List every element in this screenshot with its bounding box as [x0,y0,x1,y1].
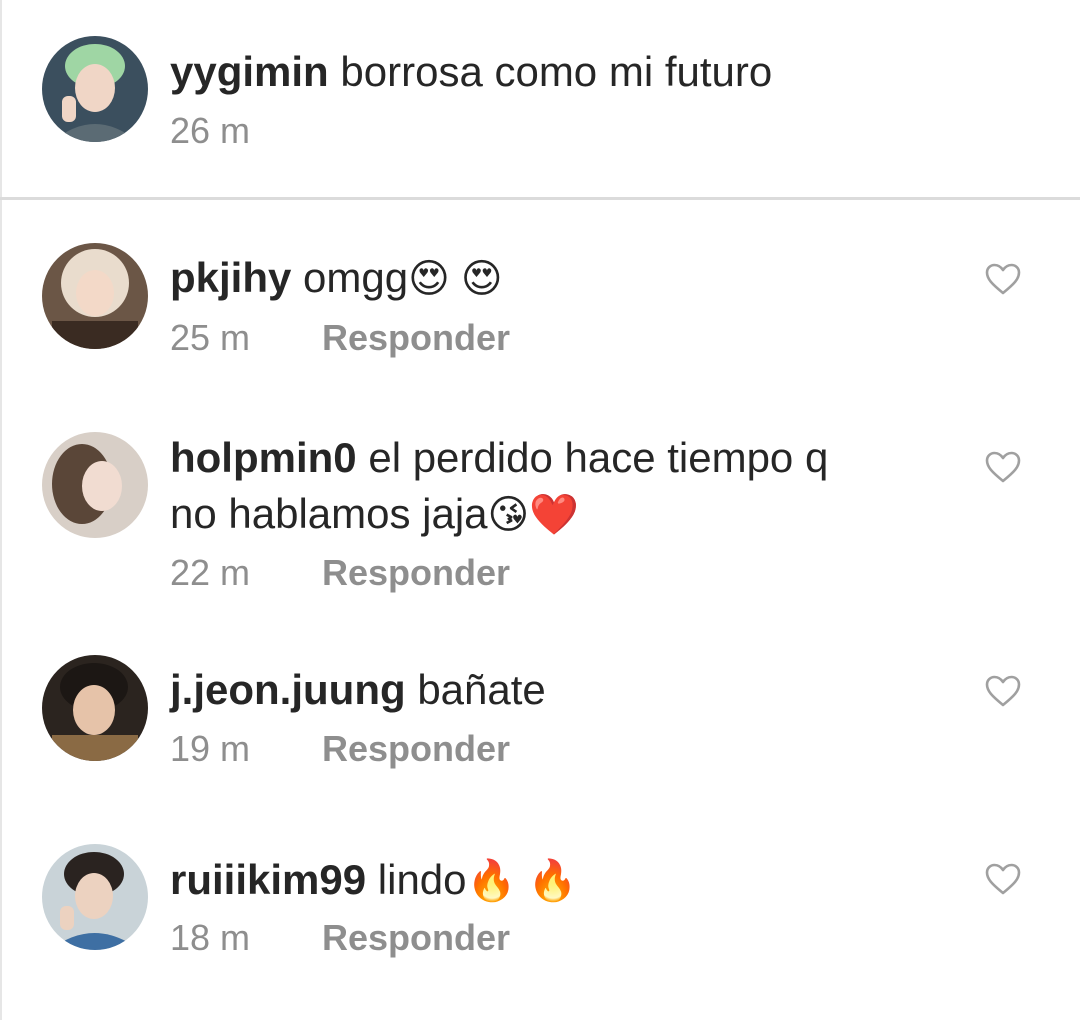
comment-line: j.jeon.juung bañate [170,662,950,718]
comment-username[interactable]: pkjihy [170,254,291,301]
caption-timestamp: 26 m [170,110,251,151]
comment-username[interactable]: holpmin0 [170,434,357,481]
heart-outline-icon [985,451,1021,483]
like-button[interactable] [984,450,1022,484]
caption-username[interactable]: yygimin [170,48,329,95]
comment-text: omgg [303,254,409,301]
comment-line: pkjihy omgg😍 😍 [170,250,950,307]
reply-button[interactable]: Responder [322,318,510,358]
comment-emoji: 😍 😍 [408,257,503,301]
comment-timestamp: 19 m [170,728,251,769]
comment-timestamp: 22 m [170,552,251,593]
comment-text: lindo [377,856,467,903]
heart-outline-icon [985,675,1021,707]
comment-timestamp: 25 m [170,317,251,358]
like-button[interactable] [984,862,1022,896]
reply-button[interactable]: Responder [322,553,510,593]
comment-timestamp: 18 m [170,917,251,958]
avatar[interactable] [42,655,148,761]
comment-emoji: 🔥 🔥 [466,859,578,903]
comment-line: ruiiikim99 lindo🔥 🔥 [170,852,950,909]
like-button[interactable] [984,674,1022,708]
comment-emoji: 😘❤️ [487,493,580,537]
avatar[interactable] [42,844,148,950]
comment-line-2: no hablamos jaja😘❤️ [170,486,950,543]
post-caption: yygimin borrosa como mi futuro 26 m [0,0,1080,198]
comment-text: bañate [417,666,546,713]
avatar[interactable] [42,36,148,142]
reply-button[interactable]: Responder [322,729,510,769]
comment-username[interactable]: ruiiikim99 [170,856,366,903]
divider [0,197,1080,200]
caption-line: yygimin borrosa como mi futuro [170,44,950,100]
heart-outline-icon [985,863,1021,895]
reply-button[interactable]: Responder [322,918,510,958]
heart-outline-icon [985,263,1021,295]
comment-text-line1: el perdido hace tiempo q [368,434,829,481]
caption-text: borrosa como mi futuro [340,48,773,95]
avatar[interactable] [42,243,148,349]
comment-username[interactable]: j.jeon.juung [170,666,406,713]
comment-text-line2: no hablamos jaja [170,490,488,537]
like-button[interactable] [984,262,1022,296]
avatar[interactable] [42,432,148,538]
comment-line: holpmin0 el perdido hace tiempo q [170,430,950,486]
